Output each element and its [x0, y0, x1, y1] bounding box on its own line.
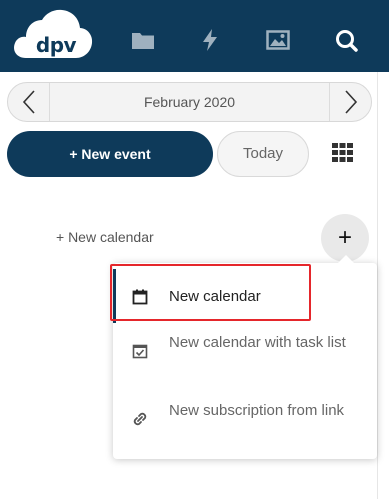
- logo-text: dpv: [35, 33, 77, 57]
- current-month-label[interactable]: February 2020: [50, 83, 329, 121]
- chevron-left-icon: [22, 90, 35, 114]
- app-logo[interactable]: dpv: [12, 8, 94, 62]
- link-icon: [132, 411, 148, 427]
- new-calendar-link[interactable]: + New calendar: [56, 226, 154, 248]
- calendar-check-icon: [132, 343, 148, 359]
- today-button[interactable]: Today: [217, 131, 309, 177]
- next-month-button[interactable]: [329, 83, 371, 121]
- menu-caret: [337, 255, 355, 264]
- highlight-box: [110, 264, 311, 321]
- top-navigation-bar: dpv: [0, 0, 389, 72]
- grid-view-icon[interactable]: [332, 143, 353, 162]
- photos-icon[interactable]: [266, 28, 290, 52]
- new-event-button[interactable]: + New event: [7, 131, 213, 177]
- chevron-right-icon: [344, 90, 357, 114]
- previous-month-button[interactable]: [8, 83, 50, 121]
- menu-item-new-calendar-with-task-list[interactable]: New calendar with task list: [113, 325, 377, 389]
- folder-icon[interactable]: [131, 28, 155, 52]
- date-picker: February 2020: [7, 82, 372, 122]
- menu-item-new-subscription[interactable]: New subscription from link: [113, 393, 377, 457]
- main-content-edge: [377, 72, 389, 499]
- menu-item-label: New calendar with task list: [169, 334, 346, 351]
- menu-item-label: New subscription from link: [169, 402, 345, 419]
- plus-icon: +: [337, 224, 352, 251]
- activity-icon[interactable]: [198, 28, 222, 52]
- search-icon[interactable]: [334, 28, 358, 52]
